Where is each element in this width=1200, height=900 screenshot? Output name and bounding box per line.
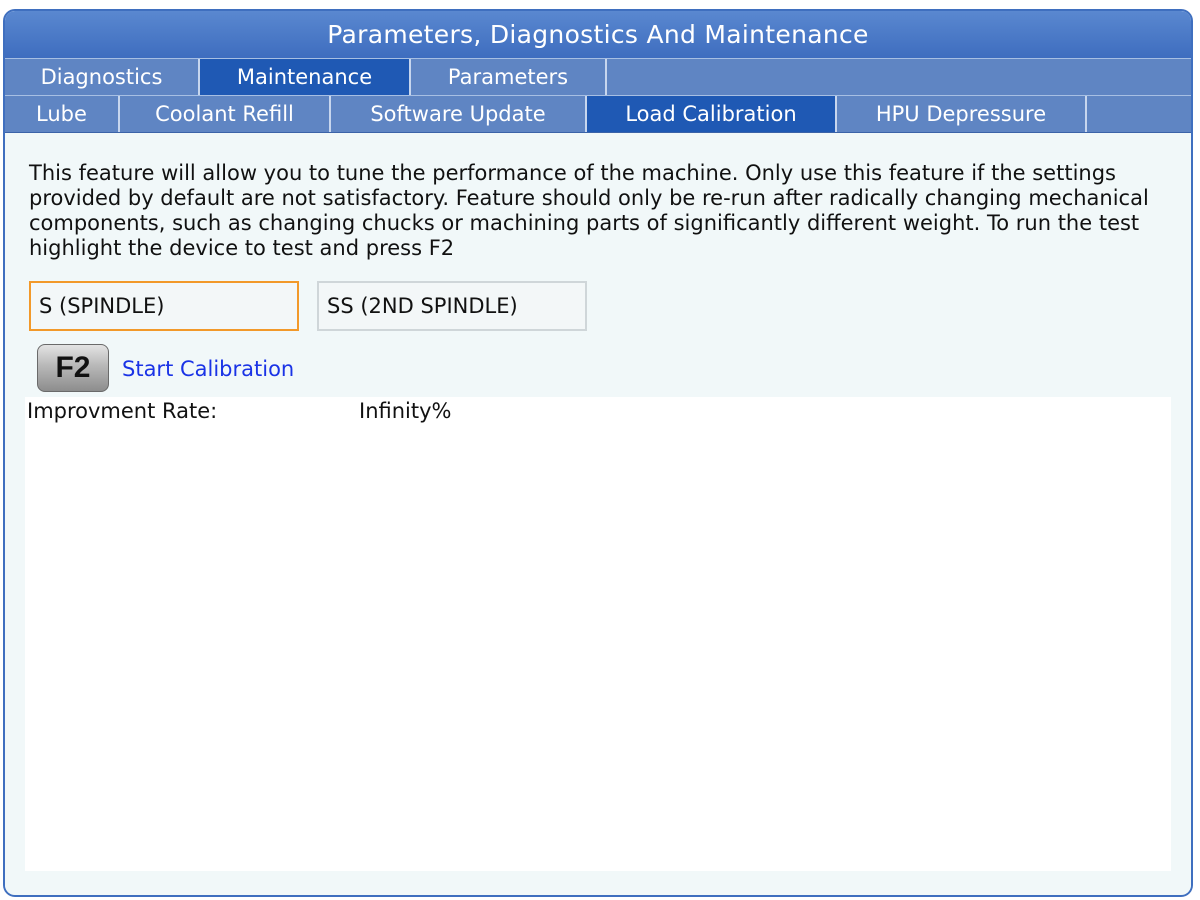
tab-hpu-depressure[interactable]: HPU Depressure xyxy=(837,96,1087,132)
main-tab-bar: Diagnostics Maintenance Parameters xyxy=(5,58,1191,95)
tab-software-update[interactable]: Software Update xyxy=(331,96,587,132)
improvement-rate-value: Infinity% xyxy=(359,399,452,423)
feature-description: This feature will allow you to tune the … xyxy=(29,161,1149,260)
tab-diagnostics[interactable]: Diagnostics xyxy=(5,59,200,95)
tab-load-calibration[interactable]: Load Calibration xyxy=(587,96,837,132)
tab-coolant-refill[interactable]: Coolant Refill xyxy=(120,96,331,132)
pdm-window: Parameters, Diagnostics And Maintenance … xyxy=(3,9,1193,897)
main-tab-filler xyxy=(607,59,1191,95)
sub-tab-bar: Lube Coolant Refill Software Update Load… xyxy=(5,95,1191,133)
tab-parameters[interactable]: Parameters xyxy=(411,59,607,95)
device-spindle-button[interactable]: S (SPINDLE) xyxy=(29,281,299,331)
load-calibration-panel: This feature will allow you to tune the … xyxy=(5,133,1191,893)
calibration-results-panel: Improvment Rate: Infinity% xyxy=(25,397,1171,871)
f2-key-icon[interactable]: F2 xyxy=(37,344,109,392)
tab-lube[interactable]: Lube xyxy=(5,96,120,132)
improvement-rate-label: Improvment Rate: xyxy=(27,399,218,423)
sub-tab-filler xyxy=(1087,96,1191,132)
window-title: Parameters, Diagnostics And Maintenance xyxy=(5,11,1191,58)
start-calibration-link[interactable]: Start Calibration xyxy=(122,357,294,381)
tab-maintenance[interactable]: Maintenance xyxy=(200,59,411,95)
device-second-spindle-button[interactable]: SS (2ND SPINDLE) xyxy=(317,281,587,331)
